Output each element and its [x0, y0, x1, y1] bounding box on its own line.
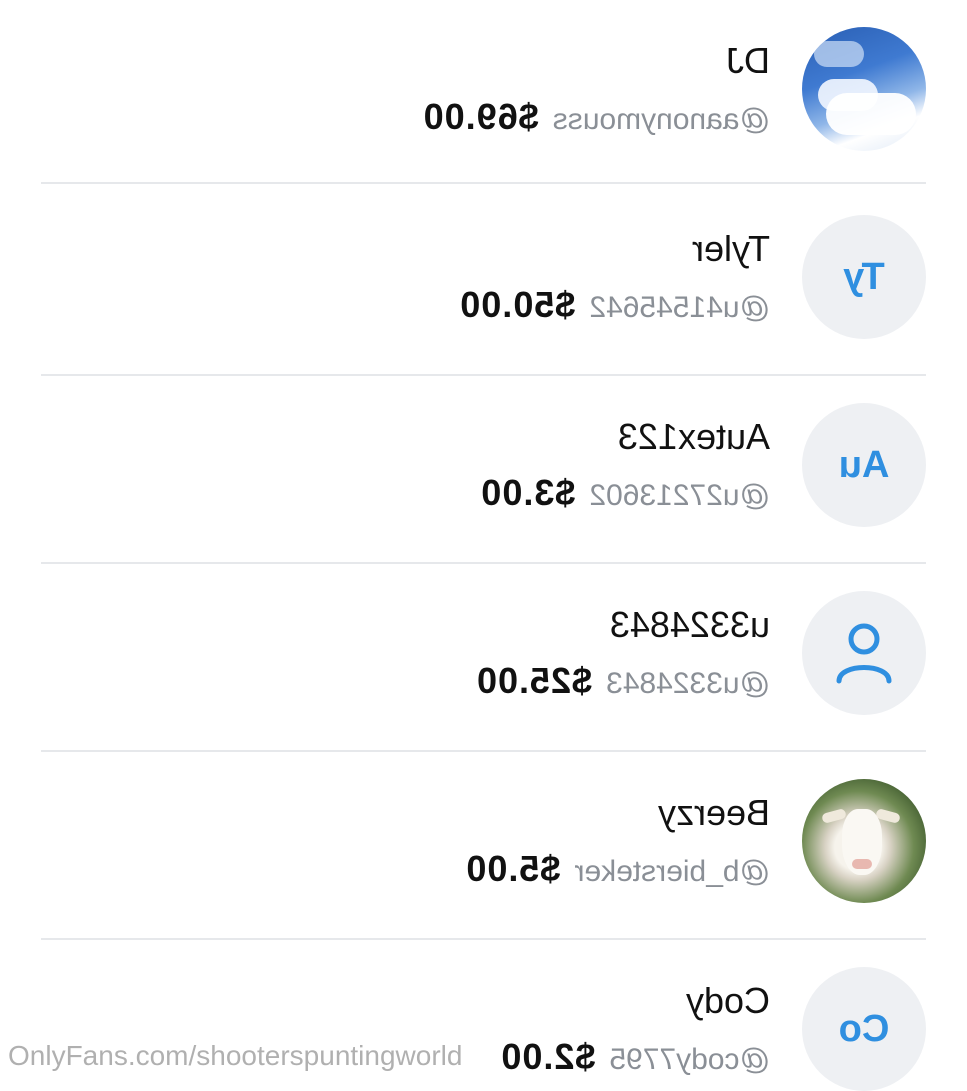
- tip-amount: $3.00: [480, 472, 576, 513]
- cloud-shape: [826, 93, 916, 135]
- divider: [41, 182, 926, 184]
- avatar[interactable]: [802, 779, 926, 903]
- subscriber-handle[interactable]: @u27213602: [589, 479, 770, 513]
- list-item[interactable]: Au Autex123 @u27213602 $3.00: [0, 376, 967, 564]
- subscriber-name[interactable]: Tyler: [692, 228, 770, 270]
- subscriber-meta: @cody7795 $2.00: [500, 1036, 770, 1078]
- subscriber-meta: @u41545642 $50.00: [459, 284, 770, 326]
- subscriber-name[interactable]: Autex123: [618, 416, 770, 458]
- subscriber-handle[interactable]: @u41545642: [589, 291, 770, 325]
- avatar[interactable]: Ty: [802, 215, 926, 339]
- tip-amount: $2.00: [500, 1036, 596, 1077]
- subscriber-handle[interactable]: @cody7795: [609, 1043, 770, 1077]
- subscriber-handle[interactable]: @u3324843: [606, 667, 770, 701]
- list-item[interactable]: Beerzy @b_biersteker $5.00: [0, 752, 967, 940]
- avatar[interactable]: Co: [802, 967, 926, 1091]
- list-item[interactable]: Ty Tyler @u41545642 $50.00: [0, 188, 967, 376]
- tip-amount: $25.00: [475, 660, 593, 701]
- avatar-initials: Au: [838, 443, 890, 486]
- subscriber-name[interactable]: Cody: [686, 980, 770, 1022]
- subscriber-handle[interactable]: @b_biersteker: [574, 855, 770, 889]
- subscriber-meta: @b_biersteker $5.00: [465, 848, 770, 890]
- subscriber-meta: @aanonymouss $69.00: [423, 96, 770, 138]
- watermark: OnlyFans.com/shooterspuntingworld: [8, 1040, 463, 1071]
- tip-amount: $69.00: [422, 96, 539, 137]
- goat-ear: [821, 808, 847, 824]
- list-item[interactable]: DJ @aanonymouss $69.00: [0, 0, 967, 188]
- subscriber-name[interactable]: Beerzy: [658, 792, 770, 834]
- avatar-initials: Co: [838, 1007, 890, 1050]
- subscriber-meta: @u27213602 $3.00: [480, 472, 770, 514]
- mirrored-screen: DJ @aanonymouss $69.00 Ty Tyler @u415456…: [0, 0, 967, 1091]
- avatar-initials: Ty: [843, 255, 885, 298]
- subscriber-name[interactable]: DJ: [726, 40, 770, 82]
- goat-nose: [852, 859, 872, 869]
- cloud-shape: [814, 41, 864, 67]
- tip-amount: $50.00: [459, 284, 576, 325]
- user-icon: [836, 623, 892, 684]
- avatar[interactable]: Au: [802, 403, 926, 527]
- list-item[interactable]: u3324843 @u3324843 $25.00: [0, 564, 967, 752]
- subscriber-meta: @u3324843 $25.00: [476, 660, 770, 702]
- avatar[interactable]: [802, 27, 926, 151]
- subscriber-handle[interactable]: @aanonymouss: [553, 103, 770, 137]
- tip-amount: $5.00: [465, 848, 561, 889]
- subscriber-name[interactable]: u3324843: [610, 604, 770, 646]
- avatar[interactable]: [802, 591, 926, 715]
